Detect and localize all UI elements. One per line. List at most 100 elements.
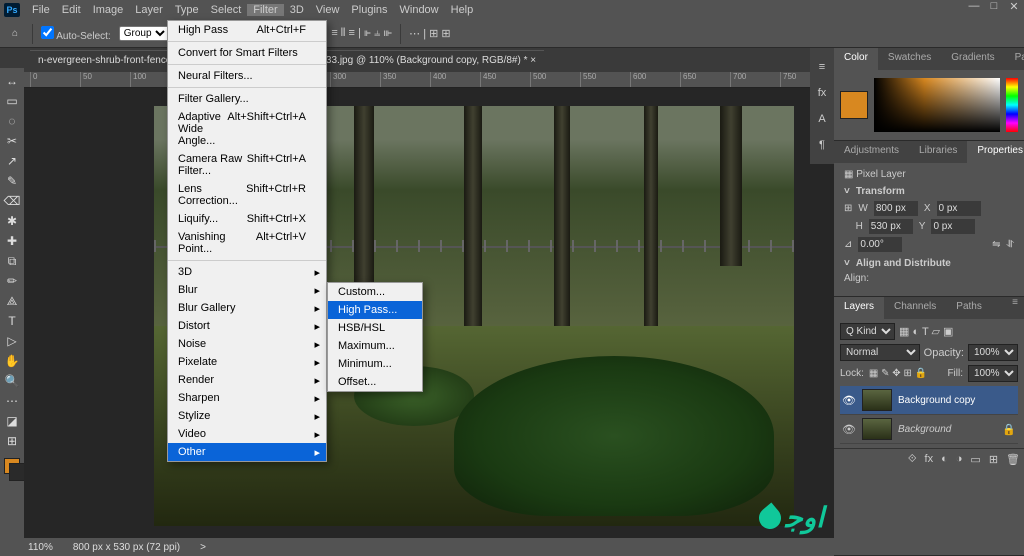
new-layer-icon[interactable]: ⊞ (989, 453, 998, 466)
zoom-level[interactable]: 110% (28, 542, 53, 553)
filter-menu-item[interactable]: Blur Gallery (168, 299, 326, 317)
tab-layers[interactable]: Layers (834, 297, 884, 319)
auto-select-checkbox[interactable]: Auto-Select: (41, 26, 111, 42)
visibility-icon[interactable]: 👁 (842, 394, 856, 407)
tool-2[interactable]: ◌ (2, 112, 22, 130)
menu-file[interactable]: File (26, 4, 56, 16)
align-icons[interactable]: ≡ ⫴ ≡ | ⊩ ⫨ ⊪ (331, 27, 392, 40)
tool-18[interactable]: ⊞ (2, 432, 22, 450)
filter-menu-item[interactable]: Lens Correction...Shift+Ctrl+R (168, 180, 326, 210)
tab-paths[interactable]: Paths (946, 297, 992, 319)
tool-15[interactable]: 🔍 (2, 372, 22, 390)
tab-channels[interactable]: Channels (884, 297, 946, 319)
filter-other-submenu[interactable]: Custom...High Pass...HSB/HSLMaximum...Mi… (327, 282, 423, 392)
fill-select[interactable]: 100% (968, 365, 1018, 382)
blend-mode-select[interactable]: Normal (840, 344, 920, 361)
tab-swatches[interactable]: Swatches (878, 48, 941, 70)
dock-icon[interactable]: fx (813, 84, 831, 102)
filter-menu-item[interactable]: Vanishing Point...Alt+Ctrl+V (168, 228, 326, 258)
fg-bg-colors[interactable] (4, 458, 20, 474)
filter-menu-item[interactable]: Camera Raw Filter...Shift+Ctrl+A (168, 150, 326, 180)
tool-11[interactable]: ⟁ (2, 292, 22, 310)
menu-image[interactable]: Image (87, 4, 130, 16)
filter-menu-item[interactable]: Distort (168, 317, 326, 335)
group-icon[interactable]: ▭ (970, 453, 980, 466)
tool-3[interactable]: ✂ (2, 132, 22, 150)
filter-menu-item[interactable]: Noise (168, 335, 326, 353)
tool-12[interactable]: T (2, 312, 22, 330)
submenu-item[interactable]: Maximum... (328, 337, 422, 355)
x-input[interactable] (937, 201, 981, 216)
menu-plugins[interactable]: Plugins (345, 4, 393, 16)
canvas-area[interactable] (24, 88, 834, 538)
tool-7[interactable]: ✱ (2, 212, 22, 230)
auto-select-mode[interactable]: Group (119, 26, 169, 41)
hue-slider[interactable] (1006, 78, 1018, 132)
menu-layer[interactable]: Layer (129, 4, 169, 16)
tool-14[interactable]: ✋ (2, 352, 22, 370)
submenu-item[interactable]: Offset... (328, 373, 422, 391)
tab-color[interactable]: Color (834, 48, 878, 70)
tool-0[interactable]: ↔ (2, 72, 22, 90)
layer-style-icon[interactable]: fx (925, 453, 934, 466)
dock-icon[interactable]: ≡ (813, 58, 831, 76)
layer-item[interactable]: 👁Background🔒 (840, 415, 1018, 444)
submenu-item[interactable]: High Pass... (328, 301, 422, 319)
foreground-color-swatch[interactable] (840, 91, 868, 119)
opacity-select[interactable]: 100% (968, 344, 1018, 361)
menu-filter[interactable]: Filter (247, 4, 283, 16)
layer-filter-kind[interactable]: Q Kind (840, 323, 895, 340)
width-input[interactable] (874, 201, 918, 216)
submenu-item[interactable]: HSB/HSL (328, 319, 422, 337)
layer-mask-icon[interactable]: ◐ (941, 453, 948, 466)
filter-menu[interactable]: High PassAlt+Ctrl+F Convert for Smart Fil… (167, 20, 327, 462)
flip-horizontal-icon[interactable]: ⇋ (992, 239, 1000, 250)
tool-9[interactable]: ⧉ (2, 252, 22, 270)
close-button[interactable]: ✕ (1004, 0, 1024, 13)
filter-menu-item[interactable]: Blur (168, 281, 326, 299)
y-input[interactable] (931, 219, 975, 234)
tab-gradients[interactable]: Gradients (941, 48, 1004, 70)
tab-adjustments[interactable]: Adjustments (834, 141, 909, 163)
tab-patterns[interactable]: Patterns (1005, 48, 1024, 70)
filter-menu-item[interactable]: Adaptive Wide Angle...Alt+Shift+Ctrl+A (168, 108, 326, 150)
lock-icons[interactable]: ▦ ✎ ✥ ⊞ 🔒 (869, 368, 927, 379)
home-icon[interactable]: ⌂ (6, 25, 24, 43)
dock-icon[interactable]: ¶ (813, 136, 831, 154)
filter-menu-item[interactable]: Neural Filters... (168, 67, 326, 85)
filter-menu-item[interactable]: 3D (168, 263, 326, 281)
tool-10[interactable]: ✏ (2, 272, 22, 290)
submenu-item[interactable]: Custom... (328, 283, 422, 301)
tool-8[interactable]: ✚ (2, 232, 22, 250)
delete-layer-icon[interactable]: 🗑 (1006, 453, 1020, 466)
distribute-icons[interactable]: ⋯ | ⊞ ⊞ (409, 27, 450, 40)
adjustment-layer-icon[interactable]: ◑ (956, 453, 963, 466)
tool-1[interactable]: ▭ (2, 92, 22, 110)
maximize-button[interactable]: □ (984, 0, 1004, 13)
layer-filter-icons[interactable]: ▦ ◐ T ▱ ▣ (899, 325, 953, 338)
tool-16[interactable]: ⋯ (2, 392, 22, 410)
filter-menu-item[interactable]: Liquify...Shift+Ctrl+X (168, 210, 326, 228)
filter-menu-item[interactable]: Render (168, 371, 326, 389)
tool-6[interactable]: ⌫ (2, 192, 22, 210)
filter-menu-item[interactable]: Sharpen (168, 389, 326, 407)
link-layers-icon[interactable]: ⟐ (908, 453, 917, 466)
dock-icon[interactable]: A (813, 110, 831, 128)
filter-menu-item[interactable]: Other (168, 443, 326, 461)
submenu-item[interactable]: Minimum... (328, 355, 422, 373)
height-input[interactable] (869, 219, 913, 234)
statusbar-arrow-icon[interactable]: > (200, 542, 206, 553)
angle-input[interactable] (858, 237, 902, 252)
filter-menu-item[interactable]: Convert for Smart Filters (168, 44, 326, 62)
tab-libraries[interactable]: Libraries (909, 141, 967, 163)
menu-type[interactable]: Type (169, 4, 205, 16)
filter-menu-item[interactable]: Video (168, 425, 326, 443)
menu-view[interactable]: View (310, 4, 346, 16)
tool-13[interactable]: ▷ (2, 332, 22, 350)
layer-item[interactable]: 👁Background copy (840, 386, 1018, 415)
menu-edit[interactable]: Edit (56, 4, 87, 16)
filter-menu-item[interactable]: Filter Gallery... (168, 90, 326, 108)
transform-section-header[interactable]: ˅ Transform (844, 186, 1014, 197)
filter-menu-item[interactable]: High PassAlt+Ctrl+F (168, 21, 326, 39)
visibility-icon[interactable]: 👁 (842, 423, 856, 436)
